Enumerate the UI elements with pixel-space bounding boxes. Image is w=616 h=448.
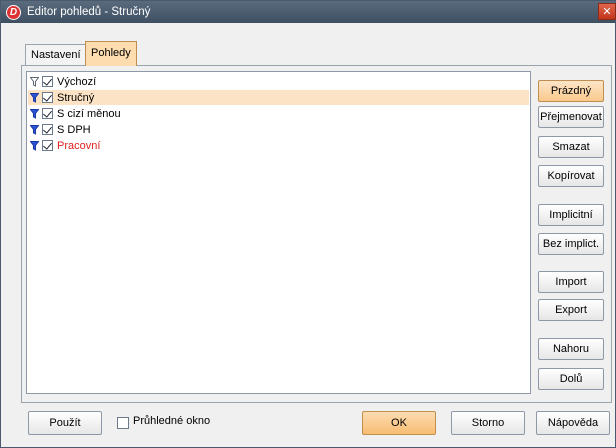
funnel-icon	[30, 108, 39, 119]
rename-button[interactable]: Přejmenovat	[538, 106, 604, 128]
view-label: S cizí měnou	[57, 107, 121, 120]
view-label: S DPH	[57, 123, 91, 136]
apply-button[interactable]: Použít	[28, 411, 102, 435]
close-icon[interactable]: ✕	[598, 3, 616, 20]
cancel-button[interactable]: Storno	[451, 411, 525, 435]
view-label: Pracovní	[57, 139, 101, 152]
view-checkbox[interactable]	[42, 76, 53, 87]
tab-label: Pohledy	[91, 47, 131, 59]
list-item[interactable]: S DPH	[28, 122, 529, 137]
move-down-button[interactable]: Dolů	[538, 368, 604, 390]
view-checkbox[interactable]	[42, 92, 53, 103]
tab-nastaveni[interactable]: Nastavení	[25, 44, 87, 65]
export-button[interactable]: Export	[538, 299, 604, 321]
tab-pohledy[interactable]: Pohledy	[85, 41, 137, 66]
transparent-window-label: Průhledné okno	[133, 415, 211, 427]
list-item-selected[interactable]: Stručný	[28, 90, 529, 105]
help-button[interactable]: Nápověda	[536, 411, 610, 435]
views-list[interactable]: Výchozí Stručný S cizí měnou S DPH Praco…	[26, 71, 531, 394]
window-title: Editor pohledů - Stručný	[27, 6, 151, 18]
view-label: Stručný	[57, 91, 95, 104]
tab-label: Nastavení	[31, 49, 81, 61]
view-checkbox[interactable]	[42, 124, 53, 135]
empty-button[interactable]: Prázdný	[538, 80, 604, 102]
ok-button[interactable]: OK	[362, 411, 436, 435]
move-up-button[interactable]: Nahoru	[538, 338, 604, 360]
import-button[interactable]: Import	[538, 271, 604, 293]
title-bar[interactable]: D Editor pohledů - Stručný ✕	[1, 1, 616, 23]
copy-button[interactable]: Kopírovat	[538, 165, 604, 187]
delete-button[interactable]: Smazat	[538, 136, 604, 158]
funnel-outline-icon	[30, 76, 39, 87]
app-logo-icon: D	[6, 4, 21, 20]
set-default-button[interactable]: Implicitní	[538, 204, 604, 226]
funnel-icon	[30, 124, 39, 135]
list-item[interactable]: S cizí měnou	[28, 106, 529, 121]
dialog-window: D Editor pohledů - Stručný ✕ Nastavení P…	[0, 0, 616, 448]
list-item[interactable]: Pracovní	[28, 138, 529, 153]
transparent-window-checkbox[interactable]	[117, 417, 129, 429]
funnel-icon	[30, 92, 39, 103]
remove-default-button[interactable]: Bez implict.	[538, 233, 604, 255]
view-checkbox[interactable]	[42, 140, 53, 151]
view-label: Výchozí	[57, 75, 97, 88]
funnel-icon	[30, 140, 39, 151]
view-checkbox[interactable]	[42, 108, 53, 119]
list-item[interactable]: Výchozí	[28, 74, 529, 89]
